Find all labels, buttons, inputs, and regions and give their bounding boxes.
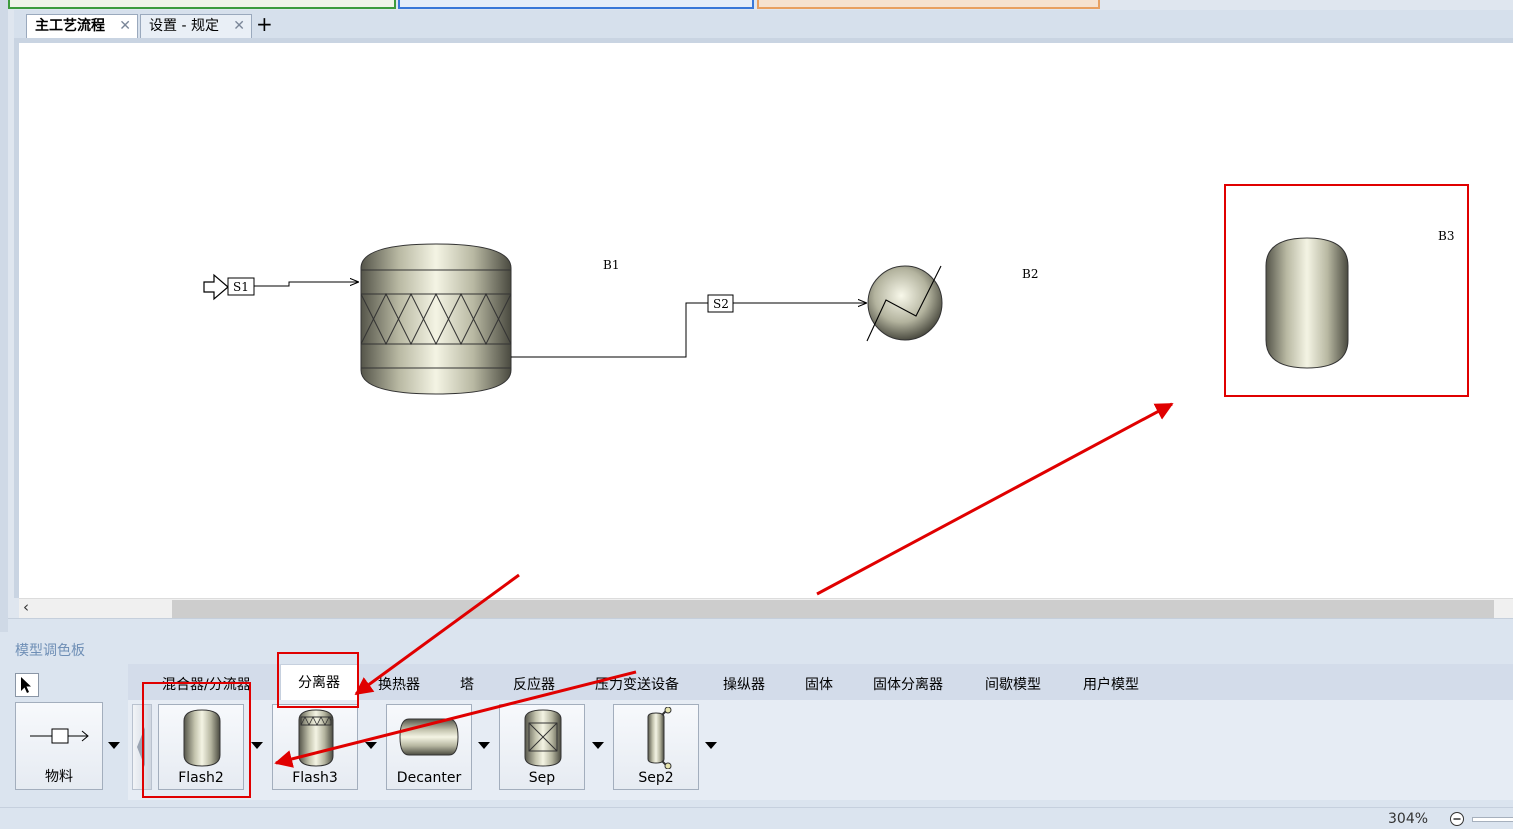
- sep2-icon: [647, 707, 672, 769]
- block-label-b2: B2: [1022, 267, 1038, 281]
- sep2-dropdown-icon[interactable]: [705, 742, 717, 749]
- material-stream-button[interactable]: 物料: [15, 702, 103, 790]
- model-palette: 模型调色板 混合器/分流器 分离器 换热器 塔 反应器 压力变送设备 操纵器 固…: [0, 632, 1513, 807]
- decanter-dropdown-icon[interactable]: [478, 742, 490, 749]
- scrollbar-thumb[interactable]: [172, 600, 1494, 618]
- sep-icon: [524, 709, 562, 767]
- pointer-arrow-icon: [21, 677, 31, 693]
- zoom-level: 304%: [1388, 811, 1429, 827]
- block-label-b1: B1: [603, 258, 619, 272]
- decanter-icon: [399, 718, 459, 756]
- tab-manipulators[interactable]: 操纵器: [723, 674, 765, 694]
- model-label: Decanter: [396, 770, 462, 786]
- tab-batch-models[interactable]: 间歇模型: [985, 674, 1041, 694]
- tab-user-models[interactable]: 用户模型: [1083, 674, 1139, 694]
- block-b2-heater[interactable]: [866, 265, 943, 342]
- tab-columns[interactable]: 塔: [460, 674, 474, 694]
- flash3-icon: [298, 709, 334, 767]
- tab-solids-separators[interactable]: 固体分离器: [873, 674, 943, 694]
- zoom-out-icon[interactable]: [1449, 811, 1465, 827]
- model-sep2-button[interactable]: Sep2: [613, 704, 699, 790]
- flash2-icon: [183, 709, 221, 767]
- horizontal-scrollbar[interactable]: ‹: [19, 598, 1513, 619]
- tab-pressure-changers[interactable]: 压力变送设备: [595, 674, 679, 694]
- model-label: Flash3: [292, 770, 338, 786]
- splitter[interactable]: [8, 618, 1513, 633]
- stream-s1[interactable]: S1: [203, 273, 358, 301]
- flash2-dropdown-icon[interactable]: [251, 742, 263, 749]
- model-gallery: Flash2 Flash3 Decanter Sep Sep2: [128, 700, 1513, 800]
- gallery-scroll-left[interactable]: [132, 704, 152, 790]
- material-dropdown-icon[interactable]: [108, 742, 120, 749]
- model-flash3-button[interactable]: Flash3: [272, 704, 358, 790]
- stream-s2[interactable]: S2: [511, 294, 866, 358]
- model-sep-button[interactable]: Sep: [499, 704, 585, 790]
- model-label: Sep2: [638, 770, 674, 786]
- chevron-left-icon: [137, 727, 145, 767]
- scroll-left-icon[interactable]: ‹: [23, 598, 29, 616]
- flowsheet-drawing: S1 B1 S2 B2 B3: [203, 184, 1469, 397]
- stream-label-s1: S1: [233, 280, 249, 294]
- stream-label-s2: S2: [713, 297, 729, 311]
- block-label-b3: B3: [1438, 229, 1454, 243]
- model-label: Sep: [528, 770, 556, 786]
- zoom-slider[interactable]: [1472, 817, 1513, 822]
- material-stream-icon: [30, 728, 89, 744]
- tab-separators[interactable]: 分离器: [280, 664, 358, 700]
- select-tool-button[interactable]: [15, 673, 39, 697]
- palette-title: 模型调色板: [15, 643, 85, 659]
- block-b1-column[interactable]: [360, 243, 512, 395]
- tab-exchangers[interactable]: 换热器: [378, 674, 420, 694]
- flash3-dropdown-icon[interactable]: [365, 742, 377, 749]
- block-b3-flash2[interactable]: [1265, 237, 1349, 369]
- model-label: Flash2: [178, 770, 224, 786]
- tab-solids[interactable]: 固体: [805, 674, 833, 694]
- tab-mixers-splitters[interactable]: 混合器/分流器: [162, 674, 251, 694]
- sep-dropdown-icon[interactable]: [592, 742, 604, 749]
- tab-reactors[interactable]: 反应器: [513, 674, 555, 694]
- category-tabs: 混合器/分流器 分离器 换热器 塔 反应器 压力变送设备 操纵器 固体 固体分离…: [128, 664, 1513, 700]
- material-label: 物料: [45, 769, 73, 785]
- status-bar: 304%: [0, 807, 1513, 829]
- model-decanter-button[interactable]: Decanter: [386, 704, 472, 790]
- model-flash2-button[interactable]: Flash2: [158, 704, 244, 790]
